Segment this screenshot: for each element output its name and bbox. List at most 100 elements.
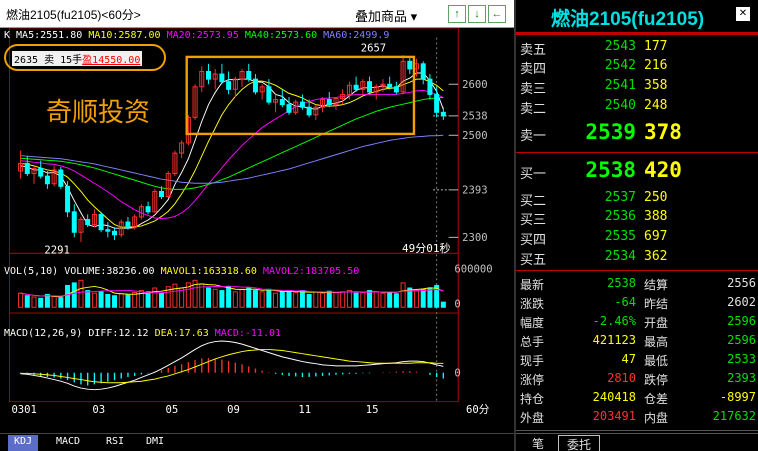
overlay-commodity-dropdown[interactable]: 叠加商品 ▾ — [355, 6, 417, 25]
volume-bar — [414, 290, 420, 308]
price-tick-label: 2393 — [462, 185, 487, 197]
x-tick-label: 0301 — [11, 404, 36, 416]
extreme-price-label: 2657 — [361, 42, 386, 54]
candle-body — [105, 229, 111, 232]
stat-value: -8997 — [719, 390, 756, 404]
stat-label: 总手 — [520, 335, 545, 349]
macd-value: MACD:-11.01 — [214, 328, 282, 339]
stat-value: 2393 — [727, 371, 756, 385]
volume-bar — [125, 294, 131, 308]
mavol1-value: MAVOL1:163318.60 — [160, 266, 257, 277]
stat-row: 涨停 2810 跌停 2393 — [520, 371, 756, 390]
stat-value: 2596 — [727, 314, 756, 328]
stat-label: 最高 — [644, 335, 669, 349]
candle-body — [71, 211, 77, 233]
volume-value: VOLUME:38236.00 — [64, 266, 155, 277]
volume-bar — [152, 287, 158, 308]
dea-line — [20, 348, 444, 384]
candle-body — [306, 106, 312, 116]
volume-bar — [279, 291, 285, 308]
nav-up-icon[interactable]: ↑ — [448, 5, 466, 23]
volume-bar — [38, 297, 44, 308]
stat-label: 涨停 — [520, 373, 545, 387]
bid3-row: 买三 2536 388 — [520, 209, 668, 228]
ask3-row: 卖三 2541 358 — [520, 78, 668, 97]
stat-label: 外盘 — [520, 411, 545, 425]
candle-body — [299, 101, 305, 108]
tab-dmi[interactable]: DMI — [140, 435, 170, 451]
volume-bar — [273, 292, 279, 308]
x-tick-label: 60分 — [466, 404, 490, 416]
stat-value: 203491 — [592, 409, 636, 423]
watermark-text: 奇顺投资 — [46, 98, 151, 128]
x-tick-label: 11 — [298, 404, 311, 416]
volume-bar — [85, 290, 91, 308]
candle-body — [326, 99, 332, 106]
candle-body — [286, 104, 292, 113]
stat-label: 内盘 — [644, 411, 669, 425]
macd-label: MACD(12,26,9) — [4, 328, 83, 339]
candle-body — [434, 93, 440, 113]
volume-bar — [387, 292, 393, 308]
volume-bar — [306, 293, 312, 308]
volume-bar — [219, 290, 225, 308]
x-tick-label: 03 — [92, 404, 105, 416]
stat-label: 涨跌 — [520, 297, 545, 311]
volume-bar — [58, 297, 64, 308]
volume-bar — [427, 287, 433, 308]
ma60-label: MA60:2499.9 — [323, 30, 390, 41]
stat-label: 持仓 — [520, 392, 545, 406]
candle-body — [38, 167, 44, 177]
dea-value: DEA:17.63 — [154, 328, 209, 339]
kline-chart[interactable]: 26572291 2600253825002393230060000000030… — [0, 28, 514, 418]
tab-ticks[interactable]: 笔 — [524, 435, 552, 451]
volume-bar — [340, 291, 346, 308]
nav-left-icon[interactable]: ← — [488, 5, 506, 23]
close-icon[interactable]: ✕ — [736, 7, 750, 21]
quote-title-bar: 燃油2105(fu2105) ✕ — [516, 0, 758, 32]
countdown-label: 49分01秒 — [402, 242, 451, 255]
divider — [516, 32, 758, 35]
diff-line — [20, 340, 444, 391]
tab-orders[interactable]: 委托 — [558, 435, 601, 451]
divider — [516, 152, 758, 153]
volume-bar — [232, 291, 238, 308]
volume-bar — [380, 292, 386, 308]
candle-body — [44, 175, 50, 185]
candle-body — [353, 84, 359, 90]
volume-bar — [360, 292, 366, 308]
volume-bar — [293, 292, 299, 308]
stat-label: 最新 — [520, 278, 545, 292]
stat-value: 2538 — [607, 276, 636, 290]
ma-indicator-line: K MA5:2551.80 MA10:2587.00 MA20:2573.95 … — [4, 30, 389, 41]
mavol2-value: MAVOL2:183705.50 — [262, 266, 360, 277]
quote-tabs: 笔 委托 — [516, 433, 758, 451]
volume-bar — [226, 286, 232, 308]
candle-body — [205, 70, 211, 80]
stat-value: -2.46% — [592, 314, 636, 328]
tab-kdj[interactable]: KDJ — [8, 435, 39, 451]
volume-bar — [239, 288, 245, 308]
stat-row: 外盘 203491 内盘 217632 — [520, 409, 756, 428]
candle-body — [252, 78, 258, 93]
tab-rsi[interactable]: RSI — [100, 435, 130, 451]
macd-indicator-line: MACD(12,26,9) DIFF:12.12 DEA:17.63 MACD:… — [4, 328, 281, 339]
vol-label: VOL(5,10) — [4, 266, 59, 277]
consolidation-box — [185, 55, 416, 136]
chart-title: 燃油2105(fu2105)<60分> — [6, 8, 141, 22]
price-tick-label: 2600 — [462, 79, 487, 91]
stat-label: 现手 — [520, 354, 545, 368]
price-tick-label: 2500 — [462, 130, 487, 142]
volume-bar — [172, 283, 178, 308]
volume-bar — [98, 291, 104, 308]
tab-macd[interactable]: MACD — [50, 435, 86, 451]
stat-row: 持仓 240418 仓差 -8997 — [520, 390, 756, 409]
candle-body — [367, 81, 373, 93]
volume-bar — [159, 292, 164, 308]
nav-down-icon[interactable]: ↓ — [468, 5, 486, 23]
stat-value: 421123 — [592, 333, 636, 347]
ask5-row: 卖五 2543 177 — [520, 39, 668, 58]
stat-label: 幅度 — [520, 316, 545, 330]
quote-title: 燃油2105(fu2105) — [551, 9, 705, 30]
volume-bar — [313, 291, 319, 308]
